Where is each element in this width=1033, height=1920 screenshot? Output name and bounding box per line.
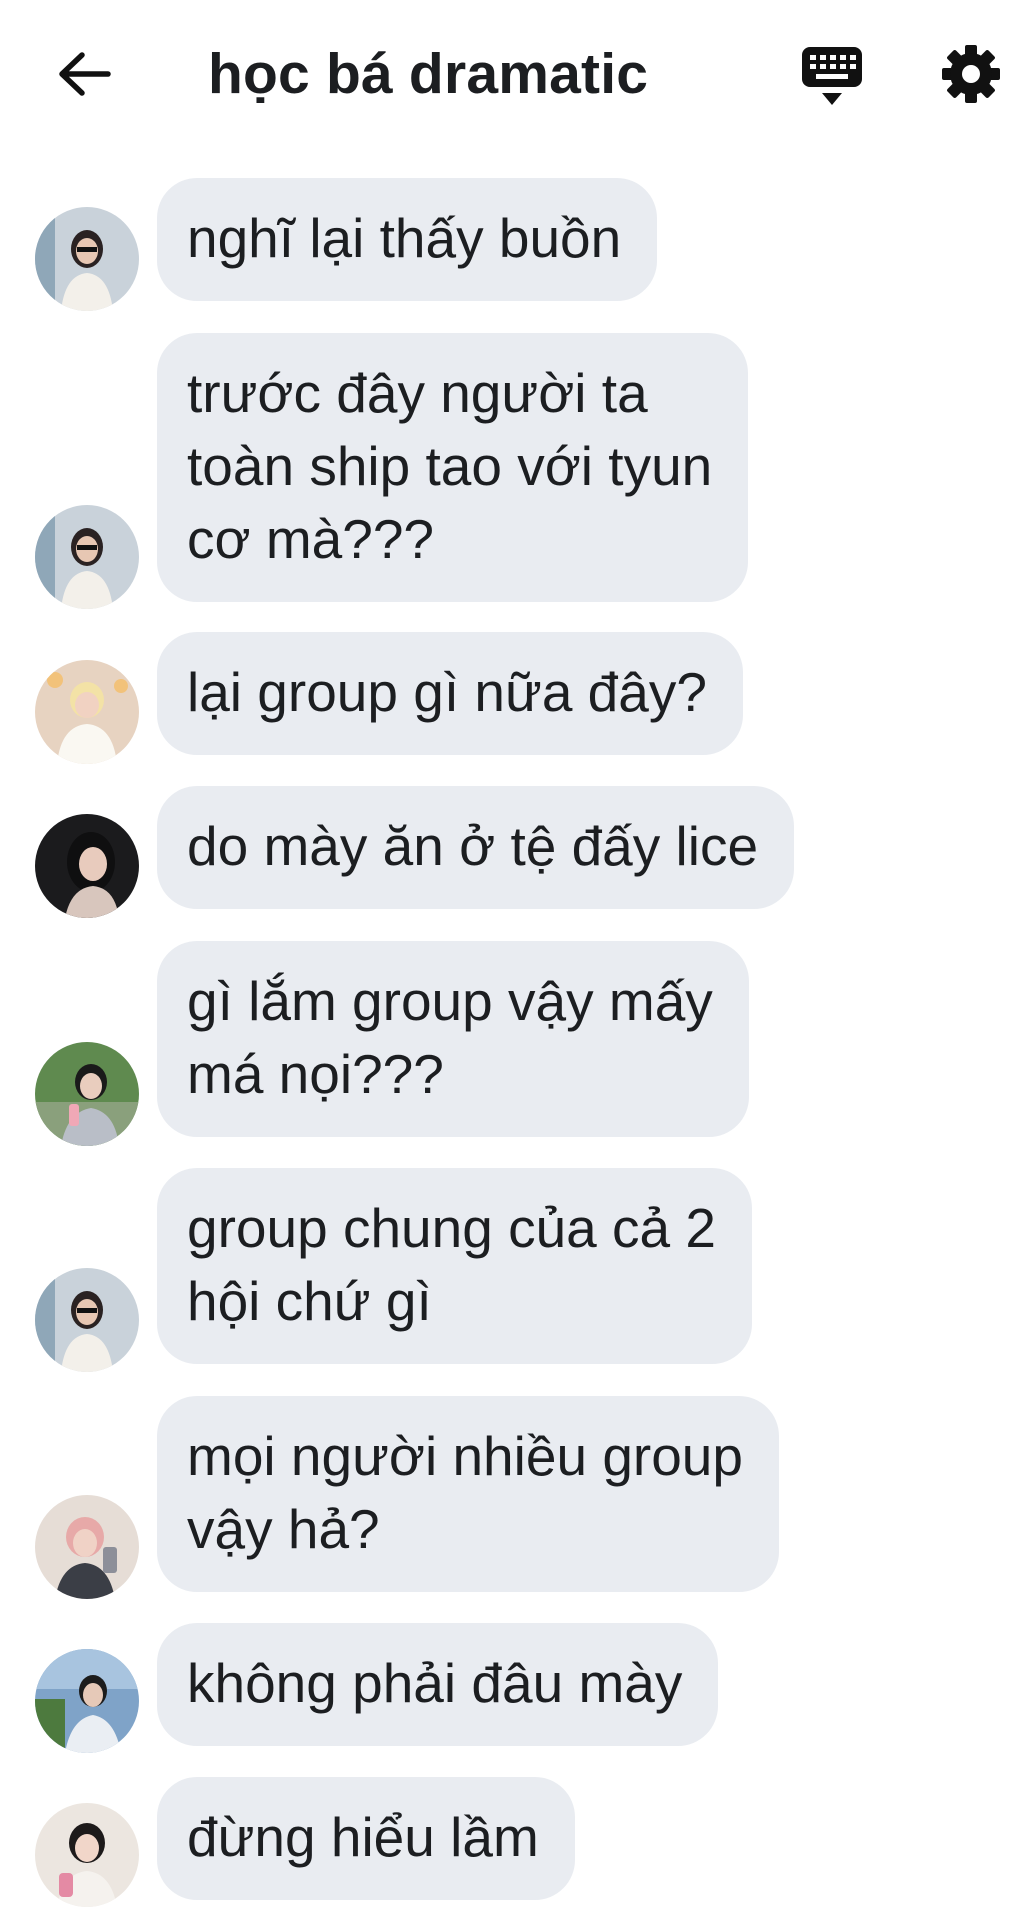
message-text: group chung của cả 2 hội chứ gì — [187, 1197, 716, 1332]
avatar[interactable] — [35, 1649, 139, 1753]
avatar[interactable] — [35, 814, 139, 918]
avatar[interactable] — [35, 207, 139, 311]
message-bubble[interactable]: nghĩ lại thấy buồn — [157, 178, 658, 301]
message-list[interactable]: nghĩ lại thấy buồn trước đây người ta to… — [0, 0, 1033, 1920]
message-bubble[interactable]: mọi người nhiều group vậy hả? — [157, 1396, 779, 1592]
message-bubble[interactable]: lại group gì nữa đây? — [157, 632, 743, 755]
message-bubble[interactable]: trước đây người ta toàn ship tao với tyu… — [157, 333, 749, 602]
message-text: không phải đâu mày — [187, 1652, 683, 1714]
message-text: mọi người nhiều group vậy hả? — [187, 1425, 743, 1560]
message-text: đừng hiểu lầm — [187, 1806, 539, 1868]
avatar[interactable] — [35, 1268, 139, 1372]
avatar[interactable] — [35, 505, 139, 609]
message-text: lại group gì nữa đây? — [187, 661, 707, 723]
avatar[interactable] — [35, 660, 139, 764]
message-text: nghĩ lại thấy buồn — [187, 207, 622, 269]
message-bubble[interactable]: gì lắm group vậy mấy má nọi??? — [157, 941, 749, 1137]
message-text: gì lắm group vậy mấy má nọi??? — [187, 970, 713, 1105]
message-bubble[interactable]: không phải đâu mày — [157, 1623, 719, 1746]
message-bubble[interactable]: do mày ăn ở tệ đấy lice — [157, 786, 795, 909]
avatar[interactable] — [35, 1803, 139, 1907]
message-text: do mày ăn ở tệ đấy lice — [187, 815, 759, 877]
message-bubble[interactable]: đừng hiểu lầm — [157, 1777, 575, 1900]
avatar[interactable] — [35, 1495, 139, 1599]
avatar[interactable] — [35, 1042, 139, 1146]
message-text: trước đây người ta toàn ship tao với tyu… — [187, 362, 713, 570]
message-bubble[interactable]: group chung của cả 2 hội chứ gì — [157, 1168, 752, 1364]
